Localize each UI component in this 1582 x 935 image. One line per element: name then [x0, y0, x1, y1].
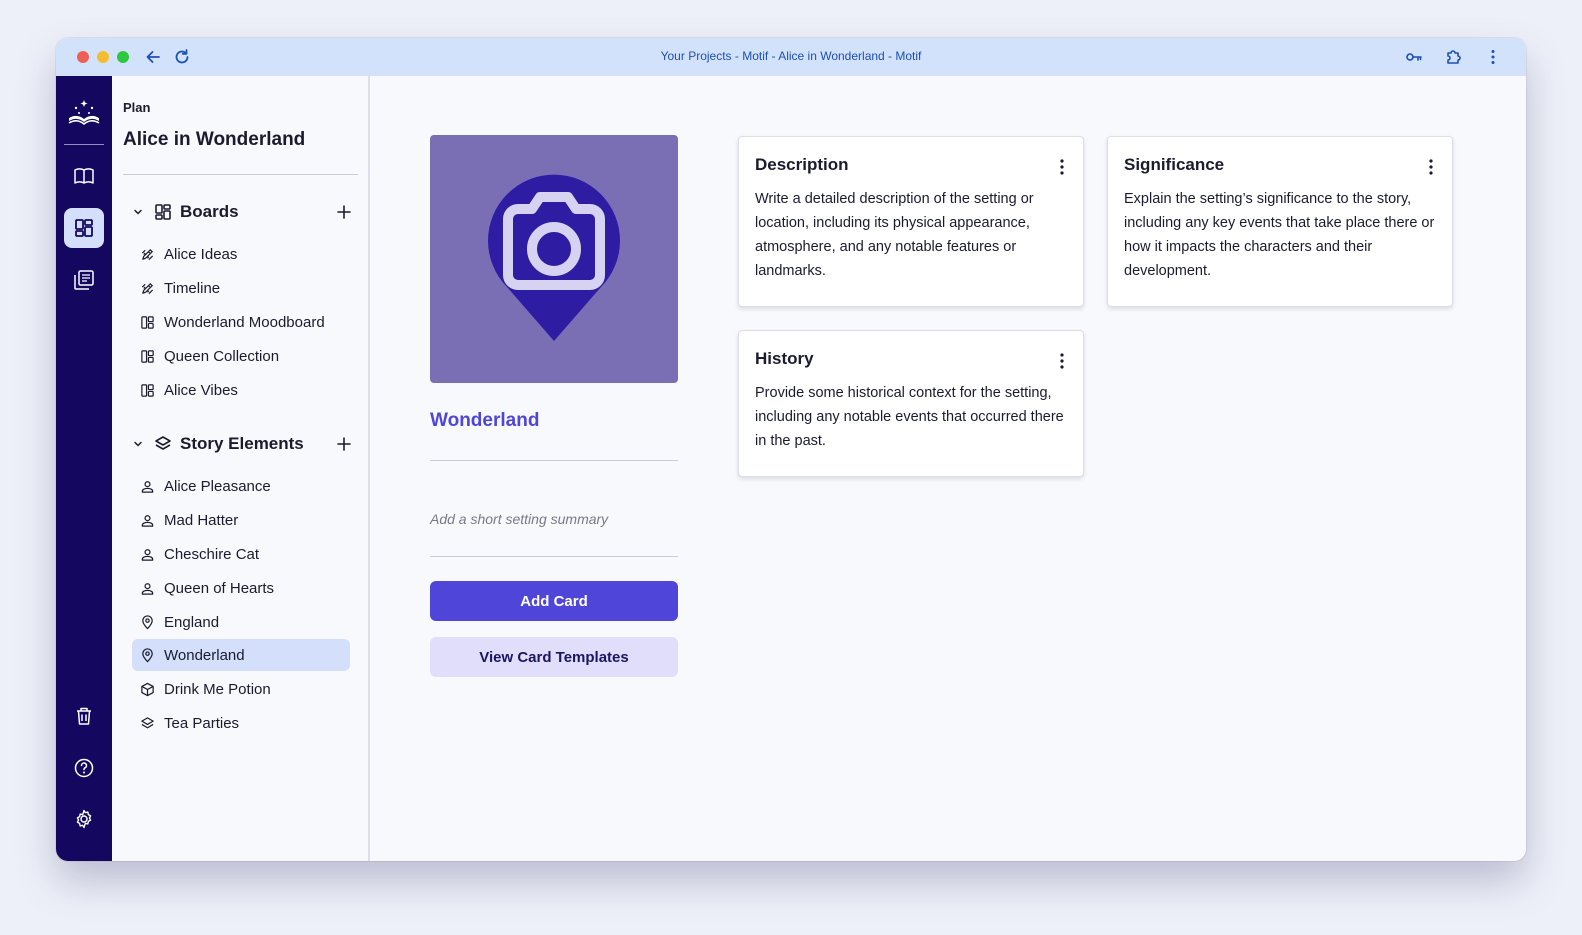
layers-icon [141, 716, 154, 728]
location-pin-icon [142, 647, 153, 662]
open-book-icon [74, 168, 94, 184]
board-layout-icon [141, 383, 154, 397]
trash-icon [77, 707, 91, 725]
sidebar-item-queen-of-hearts[interactable]: Queen of Hearts [132, 572, 350, 604]
help-icon [74, 758, 94, 778]
chevron-down-icon[interactable] [132, 438, 144, 450]
rail-write-button[interactable] [64, 156, 104, 196]
sidebar-divider [123, 174, 358, 175]
add-card-button[interactable]: Add Card [430, 581, 678, 621]
add-story-element-icon[interactable] [336, 436, 352, 452]
view-card-templates-button[interactable]: View Card Templates [430, 637, 678, 677]
sidebar-item-alice-vibes[interactable]: Alice Vibes [132, 374, 350, 406]
add-board-icon[interactable] [336, 204, 352, 220]
extension-icon[interactable] [1444, 47, 1464, 67]
more-vertical-icon[interactable] [1483, 47, 1503, 67]
more-vertical-icon[interactable] [1428, 159, 1434, 175]
more-vertical-icon[interactable] [1059, 353, 1065, 369]
sidebar-item-alice-ideas[interactable]: Alice Ideas [132, 238, 350, 270]
location-pin-icon [142, 614, 153, 629]
nav-rail [56, 76, 112, 861]
card-body: Write a detailed description of the sett… [755, 191, 1034, 279]
pencil-ruler-icon [141, 282, 154, 294]
person-icon [141, 480, 154, 493]
story-elements-section-label: Story Elements [180, 434, 304, 453]
gear-icon [76, 809, 92, 829]
dashboard-icon [155, 204, 171, 220]
person-icon [141, 548, 154, 561]
sidebar-item-wonderland[interactable]: Wonderland [132, 639, 350, 671]
card-title: Significance [1124, 155, 1225, 174]
rail-plan-button[interactable] [64, 208, 104, 248]
key-icon[interactable] [1404, 47, 1424, 67]
chevron-down-icon[interactable] [132, 206, 144, 218]
sidebar-item-mad-hatter[interactable]: Mad Hatter [132, 504, 350, 536]
dashboard-icon [75, 219, 93, 237]
setting-summary-input[interactable]: Add a short setting summary [430, 511, 678, 527]
title-bar: Your Projects - Motif - Alice in Wonderl… [56, 38, 1526, 76]
library-icon [74, 270, 94, 290]
sidebar-item-cheschire-cat[interactable]: Cheschire Cat [132, 538, 350, 570]
section-label: Plan [123, 100, 151, 115]
rail-divider [64, 144, 104, 145]
board-layout-icon [141, 315, 154, 329]
summary-underline [430, 556, 678, 557]
boards-section-header[interactable]: Boards [132, 200, 352, 224]
sidebar-item-tea-parties[interactable]: Tea Parties [132, 707, 350, 739]
setting-name[interactable]: Wonderland [430, 410, 539, 432]
project-sidebar: Plan Alice in Wonderland Boards Alice Id… [112, 76, 370, 861]
sidebar-item-wonderland-moodboard[interactable]: Wonderland Moodboard [132, 306, 350, 338]
app-window: Your Projects - Motif - Alice in Wonderl… [56, 38, 1526, 861]
more-vertical-icon[interactable] [1059, 159, 1065, 175]
rail-help-button[interactable] [64, 748, 104, 788]
card-title: History [755, 349, 814, 368]
sidebar-item-alice-pleasance[interactable]: Alice Pleasance [132, 470, 350, 502]
layers-icon [155, 436, 171, 450]
boards-section-label: Boards [180, 202, 239, 221]
card-history[interactable]: History Provide some historical context … [738, 330, 1084, 477]
project-title: Alice in Wonderland [123, 129, 306, 150]
setting-image-placeholder[interactable] [430, 135, 678, 383]
pencil-ruler-icon [141, 248, 154, 260]
setting-detail: Wonderland Add a short setting summary A… [372, 76, 1526, 861]
card-body: Explain the setting’s significance to th… [1124, 191, 1435, 279]
card-significance[interactable]: Significance Explain the setting’s signi… [1107, 136, 1453, 307]
card-title: Description [755, 155, 849, 174]
cube-icon [141, 682, 154, 696]
rail-library-button[interactable] [64, 260, 104, 300]
rail-trash-button[interactable] [64, 696, 104, 736]
person-icon [141, 582, 154, 595]
sidebar-item-timeline[interactable]: Timeline [132, 272, 350, 304]
sidebar-item-queen-collection[interactable]: Queen Collection [132, 340, 350, 372]
window-title: Your Projects - Motif - Alice in Wonderl… [660, 49, 922, 63]
board-layout-icon [141, 349, 154, 363]
card-body: Provide some historical context for the … [755, 385, 1064, 449]
name-underline [430, 460, 678, 461]
sidebar-item-drink-me-potion[interactable]: Drink Me Potion [132, 673, 350, 705]
story-elements-section-header[interactable]: Story Elements [132, 432, 352, 456]
rail-settings-button[interactable] [64, 799, 104, 839]
motif-logo-icon[interactable] [66, 96, 102, 130]
card-description[interactable]: Description Write a detailed description… [738, 136, 1084, 307]
person-icon [141, 514, 154, 527]
location-camera-icon [488, 174, 620, 341]
sidebar-item-england[interactable]: England [132, 606, 350, 638]
